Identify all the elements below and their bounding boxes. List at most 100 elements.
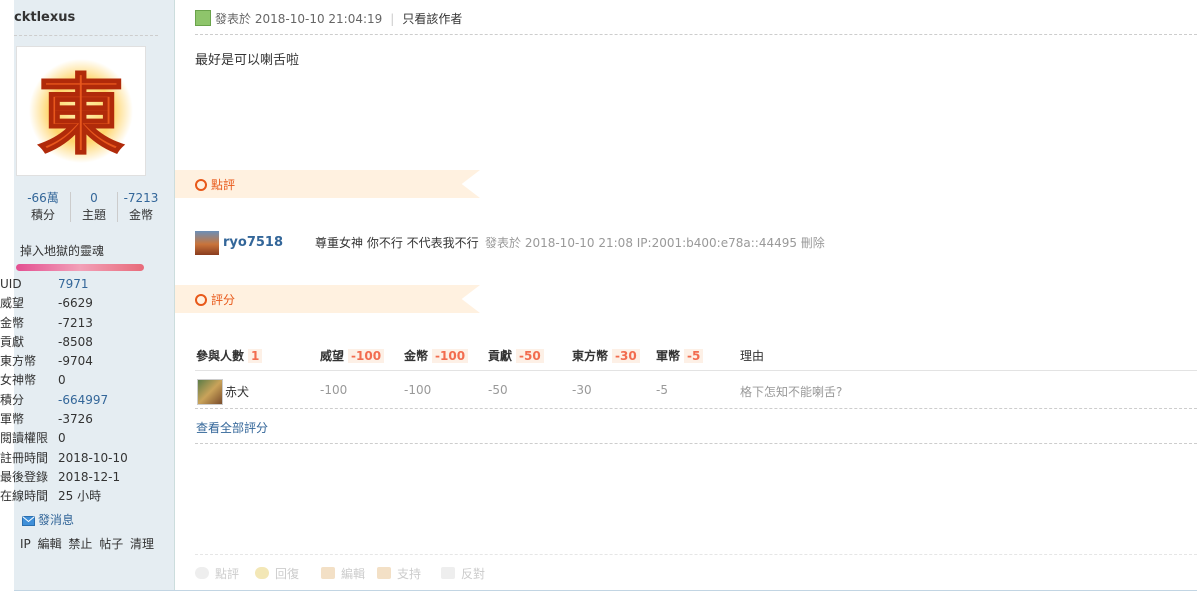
- author-username[interactable]: cktlexus: [14, 10, 75, 25]
- info-value: -3726: [58, 412, 93, 427]
- avatar-image: 東: [29, 59, 133, 163]
- comment-meta: 發表於 2018-10-10 21:08 IP:2001:b400:e78a::…: [485, 236, 825, 250]
- info-row: 東方幣 -9704: [0, 352, 160, 371]
- rating-section-title: 評分: [211, 293, 236, 307]
- info-key: 積分: [0, 392, 25, 407]
- meta-separator: |: [390, 12, 395, 26]
- view-all-ratings-link[interactable]: 查看全部評分: [196, 419, 268, 436]
- info-key: 貢獻: [0, 334, 25, 349]
- rater-avatar[interactable]: [197, 379, 223, 405]
- info-key: 威望: [0, 296, 25, 311]
- divider: [195, 443, 1197, 444]
- rank-title: 掉入地獄的靈魂: [20, 244, 105, 258]
- info-row: 金幣 -7213: [0, 314, 160, 333]
- rater-username[interactable]: 赤犬: [225, 383, 249, 400]
- author-avatar[interactable]: 東: [16, 46, 146, 176]
- info-value: 2018-10-10: [58, 450, 128, 465]
- info-row: 貢獻 -8508: [0, 333, 160, 352]
- commenter-username[interactable]: ryo7518: [223, 235, 283, 250]
- info-key: 軍幣: [0, 412, 25, 427]
- stat-label: 金幣: [128, 208, 153, 222]
- rating-header-value: -50: [516, 349, 544, 363]
- online-status-icon: [195, 10, 211, 26]
- info-value: 25 小時: [58, 489, 102, 504]
- author-stats: -66萬 積分 0 主題 -7213 金幣: [14, 190, 164, 226]
- rating-value: -5: [656, 383, 668, 397]
- info-value: -6629: [58, 296, 93, 311]
- support-action-button[interactable]: 支持: [377, 565, 421, 582]
- info-value: -8508: [58, 334, 93, 349]
- stat-topics[interactable]: 0 主題: [71, 190, 117, 224]
- stat-label: 積分: [30, 208, 55, 222]
- arrow-up-icon: [377, 567, 391, 579]
- info-row-uid: UID 7971: [0, 275, 160, 294]
- rating-header-value: -5: [684, 349, 704, 363]
- divider: [195, 554, 1197, 555]
- comment-text: 尊重女神 你不行 不代表我不行: [315, 236, 479, 250]
- info-row: 女神幣 0: [0, 371, 160, 390]
- info-value: 0: [58, 373, 66, 388]
- info-value: 0: [58, 431, 66, 446]
- stat-points[interactable]: -66萬 積分: [20, 190, 66, 224]
- author-only-link[interactable]: 只看該作者: [402, 12, 462, 26]
- info-row: 註冊時間 2018-10-10: [0, 449, 160, 468]
- rating-header-prestige: 威望 -100: [320, 347, 385, 364]
- post-timestamp: 2018-10-10 21:04:19: [254, 12, 383, 26]
- rating-value: -100: [404, 383, 432, 397]
- info-row: 閱讀權限 0: [0, 429, 160, 448]
- divider: [195, 34, 1197, 35]
- reply-icon: [255, 567, 269, 579]
- rating-section-header: 評分: [175, 285, 480, 313]
- send-message-link[interactable]: 發消息: [22, 511, 74, 528]
- rating-value: -50: [488, 383, 508, 397]
- rating-reason: 格下怎知不能喇舌?: [740, 385, 843, 399]
- commenter-avatar[interactable]: [195, 231, 219, 255]
- stat-label: 主題: [81, 208, 106, 222]
- reply-action-button[interactable]: 回復: [255, 565, 299, 582]
- rating-header-contribution: 貢獻 -50: [488, 347, 544, 364]
- divider: [14, 590, 1197, 591]
- comment-action-button[interactable]: 點評: [195, 565, 239, 582]
- rating-header-value: -100: [432, 349, 469, 363]
- rating-header-value: 1: [248, 349, 263, 363]
- rating-value: -100: [320, 383, 348, 397]
- info-key: 閱讀權限: [0, 431, 49, 446]
- info-key: 金幣: [0, 315, 25, 330]
- stat-gold[interactable]: -7213 金幣: [118, 190, 164, 224]
- rating-row: 赤犬 -100 -100 -50 -30 -5 格下怎知不能喇舌?: [195, 377, 1197, 405]
- admin-links[interactable]: IP 編輯 禁止 帖子 清理: [20, 535, 154, 552]
- envelope-icon: [22, 516, 35, 526]
- rating-value: -30: [572, 383, 592, 397]
- post-body: 最好是可以喇舌啦: [195, 53, 300, 68]
- info-row: 最後登錄 2018-12-1: [0, 468, 160, 487]
- info-key: 女神幣: [0, 373, 37, 388]
- rating-header-value: -30: [612, 349, 640, 363]
- rating-header-reason: 理由: [740, 349, 765, 363]
- info-row: 軍幣 -3726: [0, 410, 160, 429]
- stat-value: -7213: [123, 191, 159, 205]
- send-message-label: 發消息: [38, 513, 75, 527]
- oppose-action-button[interactable]: 反對: [441, 565, 485, 582]
- info-row-points: 積分 -664997: [0, 391, 160, 410]
- rating-header-army-coin: 軍幣 -5: [656, 347, 704, 364]
- info-value[interactable]: -664997: [58, 391, 108, 410]
- info-value[interactable]: 7971: [58, 275, 89, 294]
- divider: [14, 35, 158, 36]
- rating-header-participants: 參與人數 1: [196, 347, 263, 364]
- rating-header-east-coin: 東方幣 -30: [572, 347, 640, 364]
- comment-icon: [195, 567, 209, 579]
- info-value: 2018-12-1: [58, 469, 121, 484]
- arrow-down-icon: [441, 567, 455, 579]
- post-meta-prefix: 發表於: [215, 12, 252, 26]
- rating-header-gold: 金幣 -100: [404, 347, 469, 364]
- stat-value: -66萬: [27, 191, 59, 205]
- edit-action-button[interactable]: 編輯: [321, 565, 365, 582]
- info-key: 註冊時間: [0, 450, 49, 465]
- rank-bar: [16, 264, 144, 271]
- info-key: UID: [0, 277, 22, 291]
- info-row: 在線時間 25 小時: [0, 487, 160, 506]
- rating-table-header: 參與人數 1 威望 -100 金幣 -100 貢獻 -50 東方幣 -30 軍幣 -5 理由: [195, 345, 1197, 365]
- comment-item: ryo7518 尊重女神 你不行 不代表我不行 發表於 2018-10-10 2…: [195, 231, 1195, 255]
- info-key: 在線時間: [0, 489, 49, 504]
- author-info-table: UID 7971 威望 -6629 金幣 -7213 貢獻 -8508 東方幣 -9704…: [0, 275, 160, 507]
